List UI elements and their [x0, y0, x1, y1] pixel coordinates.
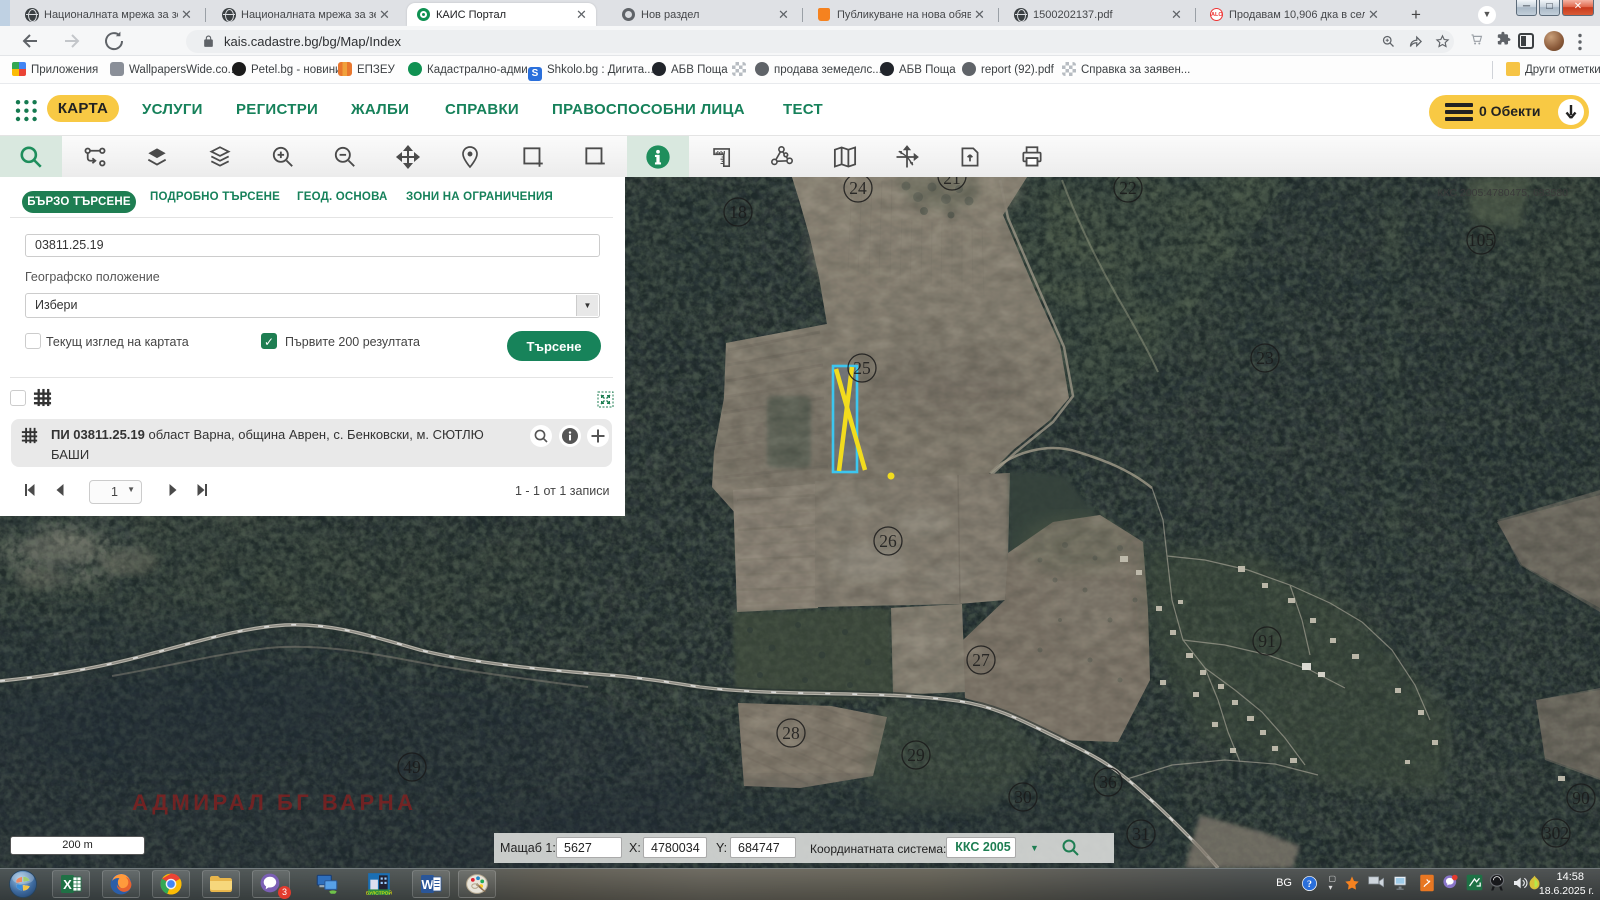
svg-text:18: 18 [729, 202, 747, 222]
svg-text:91: 91 [1258, 631, 1276, 651]
svg-text:22: 22 [1119, 178, 1137, 198]
svg-text:27: 27 [972, 650, 990, 670]
svg-text:?: ? [1307, 879, 1312, 890]
svg-text:25: 25 [853, 358, 871, 378]
svg-text:29: 29 [907, 745, 925, 765]
svg-text:23: 23 [1256, 348, 1274, 368]
svg-text:21: 21 [943, 177, 961, 188]
svg-text:W: W [421, 877, 434, 892]
svg-text:ККС 2005:4780475, 683580: ККС 2005:4780475, 683580 [1437, 187, 1568, 199]
svg-text:90: 90 [1572, 788, 1590, 808]
svg-text:АДМИРАЛ БГ ВАРНА: АДМИРАЛ БГ ВАРНА [132, 790, 417, 815]
svg-text:X: X [63, 877, 72, 892]
svg-text:36: 36 [1099, 772, 1117, 792]
svg-text:26: 26 [879, 531, 897, 551]
svg-text:302: 302 [1543, 823, 1569, 843]
svg-text:31: 31 [1132, 824, 1150, 844]
svg-text:30: 30 [1014, 787, 1032, 807]
svg-text:105: 105 [1468, 230, 1495, 250]
svg-text:28: 28 [782, 723, 800, 743]
svg-text:24: 24 [849, 178, 867, 198]
svg-text:49: 49 [403, 757, 421, 777]
